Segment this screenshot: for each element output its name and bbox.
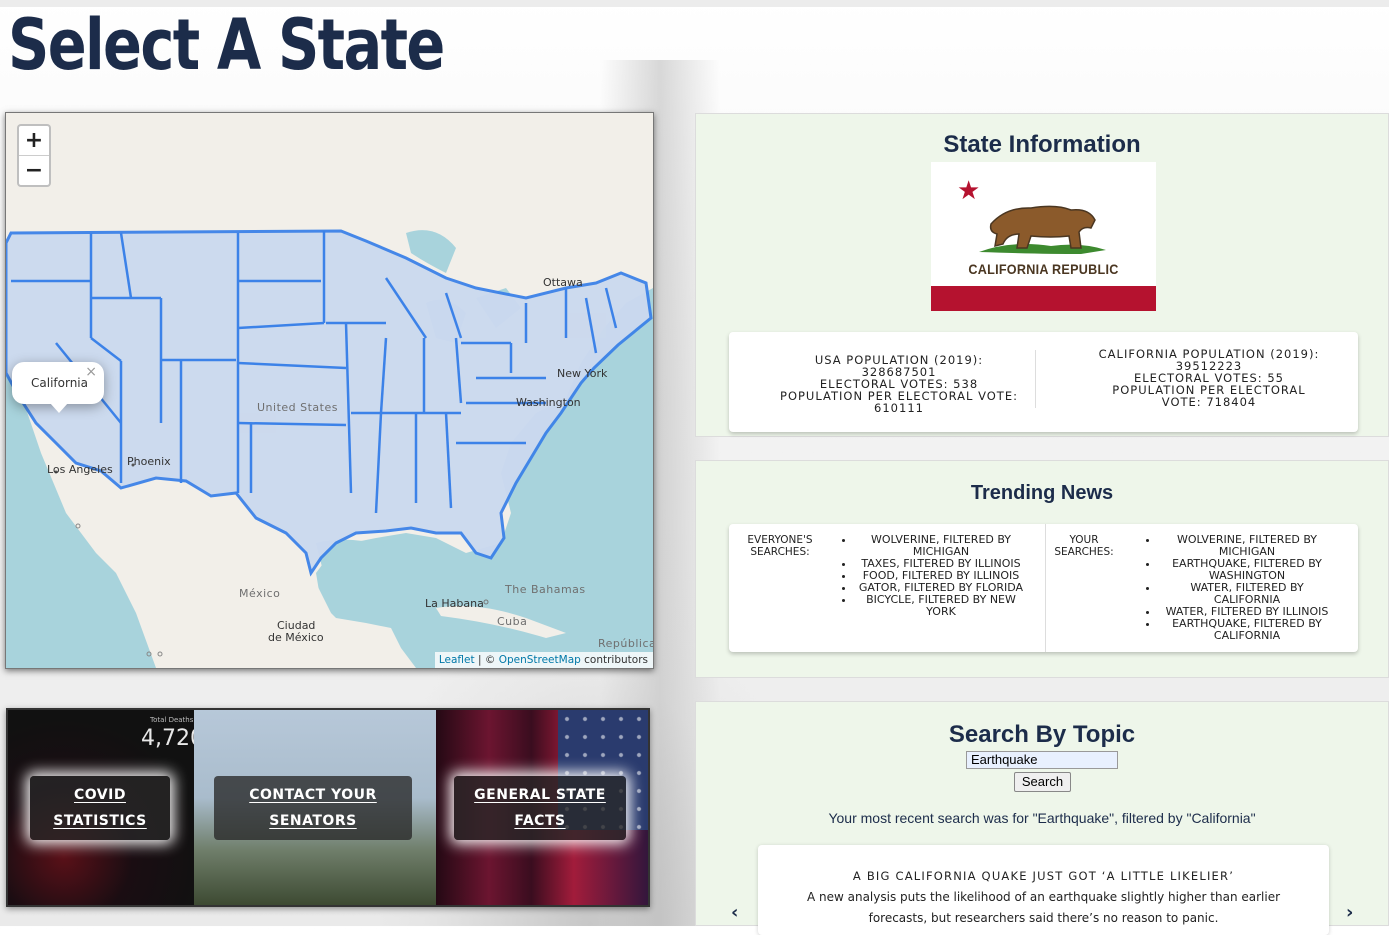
covid-label-line1: COVID [74, 787, 126, 803]
zoom-control: + − [17, 124, 51, 187]
feature-tiles: Total Deaths 4,720 COVID STATISTICS CONTA… [6, 708, 650, 907]
state-population: CALIFORNIA POPULATION (2019): 39512223 [1098, 347, 1320, 373]
state-information-panel: State Information ★ CALIFORNIA REPUBLIC … [695, 113, 1389, 437]
your-search-item[interactable]: EARTHQUAKE, FILTERED BY CALIFORNIA [1159, 618, 1335, 642]
covid-small-label: Total Deaths [150, 716, 194, 724]
usa-stats: USA POPULATION (2019): 328687501 ELECTOR… [779, 354, 1019, 414]
zoom-out-button[interactable]: − [19, 155, 49, 185]
osm-link[interactable]: OpenStreetMap [499, 654, 581, 666]
map-label-bahamas: The Bahamas [505, 583, 586, 596]
state-map[interactable]: + − California × Ottawa New York Washing… [5, 112, 654, 669]
your-searches-label: YOUR SEARCHES: [1054, 534, 1114, 558]
search-by-topic-title: Search By Topic [948, 721, 1136, 748]
attribution-tail: contributors [580, 654, 648, 666]
map-label-phoenix: Phoenix [127, 455, 171, 468]
article-headline[interactable]: A BIG CALIFORNIA QUAKE JUST GOT ‘A LITTL… [758, 869, 1329, 883]
map-label-la-habana: La Habana [425, 597, 484, 610]
facts-label-line2: FACTS [514, 813, 566, 829]
map-attribution: Leaflet | © OpenStreetMap contributors [434, 652, 653, 668]
map-label-united-states: United States [257, 401, 338, 414]
trending-card: EVERYONE'S SEARCHES: WOLVERINE, FILTERED… [729, 524, 1358, 652]
everyone-searches-list: WOLVERINE, FILTERED BY MICHIGAN TAXES, F… [837, 534, 1027, 618]
covid-number: 4,720 [141, 726, 194, 751]
map-label-republica: República [598, 637, 654, 650]
search-button[interactable]: Search [1014, 772, 1071, 792]
recent-search-text: Your most recent search was for "Earthqu… [828, 810, 1256, 826]
state-popup: California × [12, 362, 104, 413]
divider [1035, 350, 1036, 408]
population-stats-card: USA POPULATION (2019): 328687501 ELECTOR… [729, 332, 1358, 432]
covid-statistics-button[interactable]: COVID STATISTICS [30, 776, 170, 840]
map-label-new-york: New York [557, 367, 608, 380]
your-search-item[interactable]: WOLVERINE, FILTERED BY MICHIGAN [1159, 534, 1335, 558]
leaflet-link[interactable]: Leaflet [439, 654, 475, 666]
your-search-item[interactable]: EARTHQUAKE, FILTERED BY WASHINGTON [1159, 558, 1335, 582]
chevron-left-icon[interactable]: ‹ [731, 902, 738, 923]
flag-stripe [931, 286, 1156, 311]
facts-label-line1: GENERAL STATE [474, 787, 606, 803]
everyone-search-item[interactable]: BICYCLE, FILTERED BY NEW YORK [855, 594, 1027, 618]
trending-news-panel: Trending News EVERYONE'S SEARCHES: WOLVE… [695, 460, 1389, 678]
attribution-separator: | © [474, 654, 499, 666]
divider [1045, 524, 1046, 652]
search-input[interactable]: Earthquake [966, 751, 1118, 769]
state-stats: CALIFORNIA POPULATION (2019): 39512223 E… [1091, 348, 1327, 408]
state-information-title: State Information [943, 131, 1141, 158]
article-blurb: A new analysis puts the likelihood of an… [806, 890, 1281, 925]
chevron-right-icon[interactable]: › [1346, 902, 1353, 923]
map-label-los-angeles: Los Angeles [47, 463, 113, 476]
map-label-mexico: México [239, 587, 281, 600]
covid-label-line2: STATISTICS [53, 813, 147, 829]
map-label-cuba: Cuba [497, 615, 528, 628]
close-icon[interactable]: × [85, 364, 97, 380]
state-population-per-vote: POPULATION PER ELECTORAL VOTE: 718404 [1112, 383, 1306, 409]
popup-label: California [31, 376, 88, 390]
zoom-in-button[interactable]: + [19, 126, 49, 155]
tile-covid[interactable]: Total Deaths 4,720 COVID STATISTICS [8, 710, 194, 905]
flag-caption: CALIFORNIA REPUBLIC [968, 261, 1119, 277]
state-flag: ★ CALIFORNIA REPUBLIC [931, 162, 1156, 311]
contact-senators-button[interactable]: CONTACT YOUR SENATORS [214, 776, 412, 840]
your-search-item[interactable]: WATER, FILTERED BY CALIFORNIA [1159, 582, 1335, 606]
usa-population: USA POPULATION (2019): 328687501 [814, 353, 984, 379]
tile-state-facts[interactable]: GENERAL STATE FACTS [436, 710, 648, 905]
map-label-washington: Washington [516, 396, 581, 409]
senators-label-line2: SENATORS [269, 813, 357, 829]
trending-news-title: Trending News [970, 482, 1114, 504]
your-searches-list: WOLVERINE, FILTERED BY MICHIGAN EARTHQUA… [1141, 534, 1335, 642]
map-label-ottawa: Ottawa [543, 276, 583, 289]
everyone-search-item[interactable]: WOLVERINE, FILTERED BY MICHIGAN [855, 534, 1027, 558]
senators-label-line1: CONTACT YOUR [249, 787, 377, 803]
tile-senators[interactable]: CONTACT YOUR SENATORS [194, 710, 436, 905]
news-article-card[interactable]: A BIG CALIFORNIA QUAKE JUST GOT ‘A LITTL… [758, 845, 1329, 935]
search-by-topic-panel: Search By Topic Earthquake Search Your m… [695, 701, 1389, 935]
everyone-searches-label: EVERYONE'S SEARCHES: [747, 534, 813, 558]
usa-population-per-vote: POPULATION PER ELECTORAL VOTE: 610111 [780, 389, 1018, 415]
map-label-de-mexico: de México [268, 631, 324, 644]
general-state-facts-button[interactable]: GENERAL STATE FACTS [454, 776, 626, 840]
page-title: Select A State [8, 4, 445, 86]
